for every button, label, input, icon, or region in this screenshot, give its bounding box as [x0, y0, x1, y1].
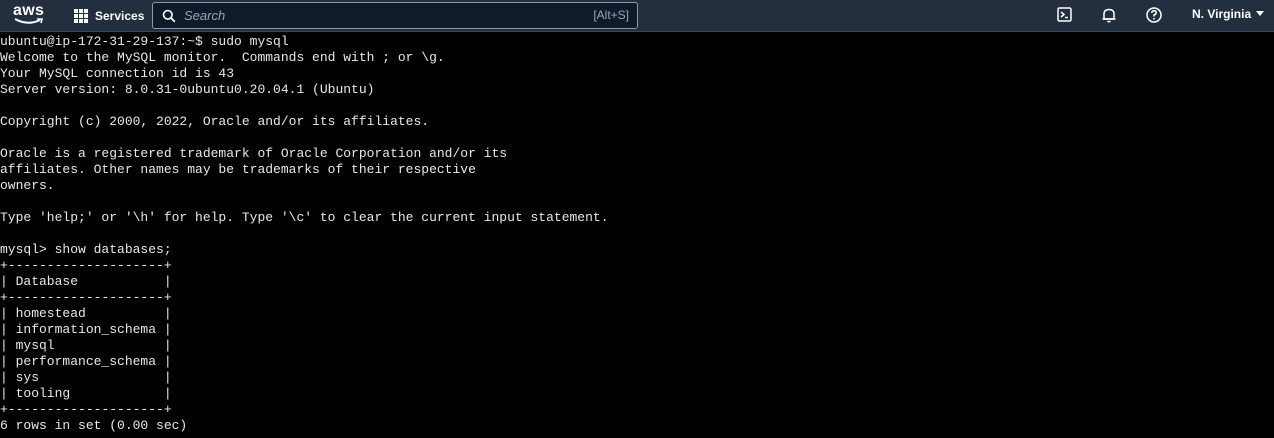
- aws-smile-icon: [14, 18, 44, 24]
- region-selector[interactable]: N. Virginia: [1192, 7, 1265, 21]
- terminal-line: | performance_schema |: [0, 354, 172, 369]
- terminal-lines: ubuntu@ip-172-31-29-137:~$ sudo mysql Wel…: [0, 34, 1274, 434]
- terminal-line: affiliates. Other names may be trademark…: [0, 162, 476, 177]
- terminal-line: 6 rows in set (0.00 sec): [0, 418, 188, 433]
- terminal-line: | homestead |: [0, 306, 172, 321]
- terminal-line: | mysql |: [0, 338, 172, 353]
- search-icon: [162, 9, 176, 23]
- terminal-line: | sys |: [0, 370, 172, 385]
- aws-logo[interactable]: aws: [10, 2, 50, 28]
- terminal-line: Server version: 8.0.31-0ubuntu0.20.04.1 …: [0, 82, 375, 97]
- terminal-line: Copyright (c) 2000, 2022, Oracle and/or …: [0, 114, 430, 129]
- terminal-line: | tooling |: [0, 386, 172, 401]
- search-shortcut-hint: [Alt+S]: [593, 8, 629, 22]
- caret-down-icon: [1256, 11, 1265, 16]
- services-menu-button[interactable]: Services: [74, 4, 144, 28]
- terminal-line: +--------------------+: [0, 258, 172, 273]
- search-input[interactable]: [184, 3, 564, 28]
- cloudshell-icon[interactable]: [1056, 6, 1074, 24]
- terminal-line: Welcome to the MySQL monitor. Commands e…: [0, 50, 445, 65]
- services-grid-icon: [74, 9, 88, 23]
- terminal-output[interactable]: ubuntu@ip-172-31-29-137:~$ sudo mysql Wel…: [0, 34, 1274, 438]
- region-label: N. Virginia: [1192, 7, 1252, 21]
- search-box[interactable]: [Alt+S]: [152, 2, 638, 29]
- terminal-line: +--------------------+: [0, 402, 172, 417]
- terminal-line: Oracle is a registered trademark of Orac…: [0, 146, 508, 161]
- services-label: Services: [95, 9, 145, 23]
- terminal-line: Type 'help;' or '\h' for help. Type '\c'…: [0, 210, 609, 225]
- terminal-line: ubuntu@ip-172-31-29-137:~$ sudo mysql: [0, 34, 289, 49]
- terminal-line: mysql> show databases;: [0, 242, 172, 257]
- aws-top-navigation: aws Services [Alt+S]: [0, 0, 1274, 32]
- terminal-line: | information_schema |: [0, 322, 172, 337]
- terminal-line: +--------------------+: [0, 290, 172, 305]
- terminal-line: Your MySQL connection id is 43: [0, 66, 235, 81]
- help-icon[interactable]: [1145, 6, 1163, 24]
- terminal-line: | Database |: [0, 274, 172, 289]
- bell-icon[interactable]: [1100, 6, 1118, 24]
- terminal-line: owners.: [0, 178, 55, 193]
